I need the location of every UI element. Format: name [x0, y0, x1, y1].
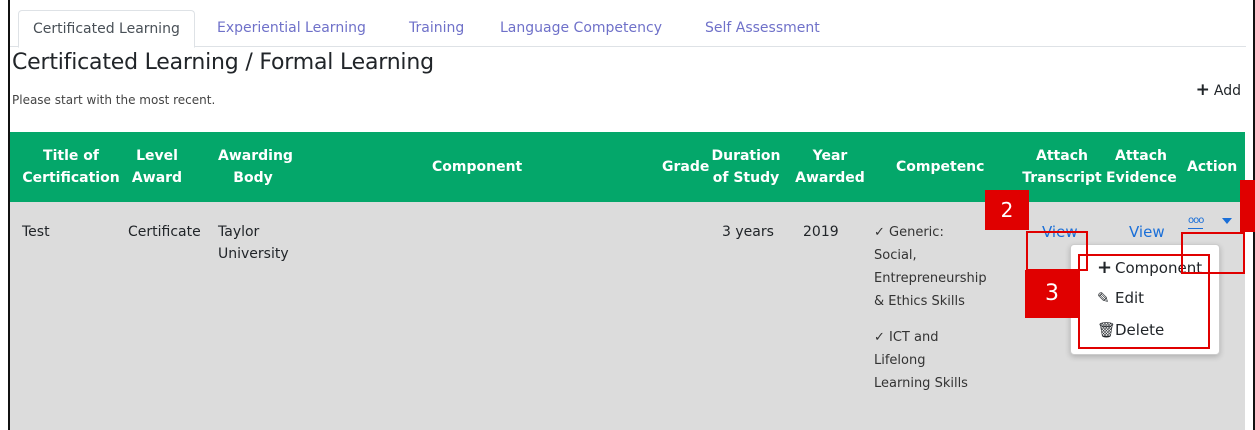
chevron-down-icon[interactable]: [1222, 218, 1232, 224]
plus-icon: +: [1195, 80, 1210, 100]
tab-experiential-learning[interactable]: Experiential Learning: [217, 10, 366, 47]
col-awarding-body: Awarding Body: [218, 148, 293, 186]
col-duration-of-study: Duration of Study: [711, 148, 781, 186]
tab-bar: Certificated Learning Experiential Learn…: [10, 10, 1246, 48]
table-header: Title of Certification Level Award Awardin…: [10, 132, 1245, 202]
col-attach-evidence: Attach Evidence: [1106, 148, 1177, 186]
competency-generic: ✓ Generic: Social, Entrepreneurship & Et…: [874, 225, 987, 309]
annotation-badge-2: 2: [985, 190, 1029, 230]
cell-competency: ✓ Generic: Social, Entrepreneurship & Et…: [874, 221, 987, 408]
evidence-view-link[interactable]: View: [1129, 221, 1165, 243]
action-menu-button[interactable]: ooo: [1188, 214, 1204, 229]
competency-ict: ✓ ICT and Lifelong Learning Skills: [874, 330, 968, 391]
annotation-badge-1: [1240, 180, 1255, 232]
col-level-award: Level Award: [131, 148, 183, 186]
tab-language-competency[interactable]: Language Competency: [500, 10, 662, 47]
page-title: Certificated Learning / Formal Learning: [12, 50, 434, 75]
cell-duration: 3 years: [722, 224, 774, 240]
col-component: Component: [432, 159, 523, 175]
add-button-label: Add: [1213, 83, 1241, 99]
page-subtitle: Please start with the most recent.: [12, 93, 216, 107]
highlight-dropdown-menu: [1078, 254, 1210, 349]
tab-certificated-learning[interactable]: Certificated Learning: [18, 10, 195, 48]
col-grade: Grade: [662, 159, 710, 175]
col-title-of-certification: Title of Certification: [22, 148, 120, 186]
add-button[interactable]: + Add: [1196, 80, 1241, 100]
annotation-badge-3: 3: [1025, 270, 1079, 318]
cell-title: Test: [22, 224, 50, 240]
tab-self-assessment[interactable]: Self Assessment: [705, 10, 820, 47]
tab-training[interactable]: Training: [409, 10, 464, 47]
cell-year: 2019: [803, 224, 839, 240]
cell-awarding-body: Taylor University: [218, 224, 289, 262]
col-competency: Competenc: [896, 159, 985, 175]
col-year-awarded: Year Awarded: [795, 148, 865, 186]
col-attach-transcript: Attach Transcript: [1022, 148, 1102, 186]
col-action: Action: [1187, 159, 1238, 175]
cell-level: Certificate: [128, 224, 201, 240]
